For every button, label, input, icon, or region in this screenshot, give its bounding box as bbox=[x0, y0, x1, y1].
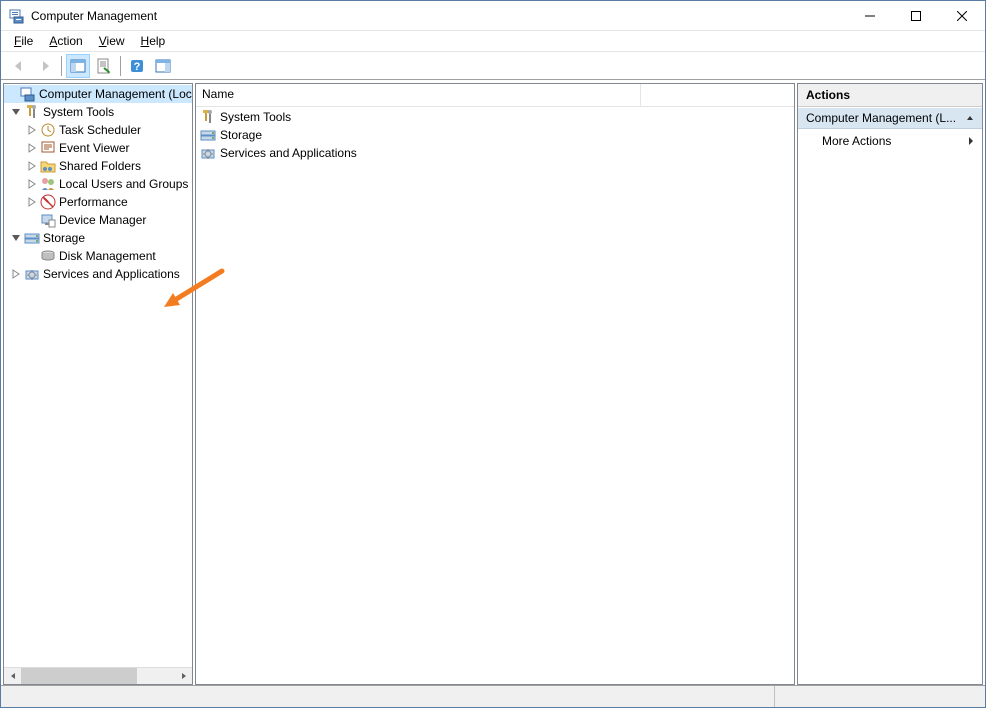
actions-section-label: Computer Management (L... bbox=[806, 111, 956, 125]
toolbar-separator bbox=[120, 56, 121, 76]
shared-folders-icon bbox=[40, 158, 56, 174]
expand-icon[interactable] bbox=[24, 194, 40, 210]
event-viewer-icon bbox=[40, 140, 56, 156]
list-item-label: Storage bbox=[220, 128, 262, 142]
tree-label: System Tools bbox=[43, 105, 114, 119]
toolbar-separator bbox=[61, 56, 62, 76]
system-tools-icon bbox=[24, 104, 40, 120]
titlebar: Computer Management bbox=[1, 1, 985, 31]
tree-label: Services and Applications bbox=[43, 267, 180, 281]
users-icon bbox=[40, 176, 56, 192]
expand-icon[interactable] bbox=[4, 86, 20, 102]
menu-file[interactable]: File bbox=[6, 32, 41, 50]
actions-pane: Actions Computer Management (L... More A… bbox=[797, 83, 983, 685]
actions-header: Actions bbox=[798, 84, 982, 107]
tree-label: Shared Folders bbox=[59, 159, 141, 173]
expand-icon[interactable] bbox=[24, 122, 40, 138]
actions-item-label: More Actions bbox=[822, 134, 891, 148]
window-title: Computer Management bbox=[31, 9, 847, 23]
tree-root[interactable]: Computer Management (Local) bbox=[4, 85, 192, 103]
expand-icon[interactable] bbox=[24, 248, 40, 264]
column-header-blank[interactable] bbox=[641, 84, 794, 106]
app-icon bbox=[9, 8, 25, 24]
tree-system-tools[interactable]: System Tools bbox=[4, 103, 192, 121]
menu-action[interactable]: Action bbox=[41, 32, 90, 50]
toolbar: ? bbox=[1, 52, 985, 80]
tree-label: Storage bbox=[43, 231, 85, 245]
device-manager-icon bbox=[40, 212, 56, 228]
tree-shared-folders[interactable]: Shared Folders bbox=[4, 157, 192, 175]
storage-icon bbox=[24, 230, 40, 246]
expand-icon[interactable] bbox=[24, 140, 40, 156]
actions-more-actions[interactable]: More Actions bbox=[798, 129, 982, 153]
status-cell bbox=[775, 686, 985, 707]
list-item-storage[interactable]: Storage bbox=[196, 126, 794, 144]
clock-icon bbox=[40, 122, 56, 138]
expand-icon[interactable] bbox=[24, 176, 40, 192]
actions-section[interactable]: Computer Management (L... bbox=[798, 107, 982, 129]
list-item-label: System Tools bbox=[220, 110, 291, 124]
status-cell bbox=[1, 686, 775, 707]
tree-storage[interactable]: Storage bbox=[4, 229, 192, 247]
list-item-system-tools[interactable]: System Tools bbox=[196, 108, 794, 126]
statusbar bbox=[1, 685, 985, 707]
tree-services-apps[interactable]: Services and Applications bbox=[4, 265, 192, 283]
tree-label: Performance bbox=[59, 195, 128, 209]
menubar: File Action View Help bbox=[1, 31, 985, 52]
tree-local-users[interactable]: Local Users and Groups bbox=[4, 175, 192, 193]
tree-label: Local Users and Groups bbox=[59, 177, 188, 191]
properties-button[interactable] bbox=[92, 54, 116, 78]
help-button[interactable]: ? bbox=[125, 54, 149, 78]
svg-text:?: ? bbox=[134, 61, 141, 73]
minimize-button[interactable] bbox=[847, 1, 893, 31]
performance-icon bbox=[40, 194, 56, 210]
scroll-left-button[interactable] bbox=[4, 668, 21, 685]
expand-icon[interactable] bbox=[8, 266, 24, 282]
collapse-icon[interactable] bbox=[8, 230, 24, 246]
menu-help[interactable]: Help bbox=[133, 32, 174, 50]
storage-icon bbox=[200, 127, 216, 143]
services-icon bbox=[200, 145, 216, 161]
maximize-button[interactable] bbox=[893, 1, 939, 31]
expand-icon[interactable] bbox=[24, 212, 40, 228]
tree-pane: Computer Management (Local) System Tools… bbox=[3, 83, 193, 685]
tree-label: Event Viewer bbox=[59, 141, 129, 155]
tree-label: Device Manager bbox=[59, 213, 146, 227]
tree-label: Disk Management bbox=[59, 249, 156, 263]
list-item-services-apps[interactable]: Services and Applications bbox=[196, 144, 794, 162]
forward-button[interactable] bbox=[33, 54, 57, 78]
tree-task-scheduler[interactable]: Task Scheduler bbox=[4, 121, 192, 139]
system-tools-icon bbox=[200, 109, 216, 125]
tree-disk-management[interactable]: Disk Management bbox=[4, 247, 192, 265]
list-header: Name bbox=[196, 84, 794, 107]
list-pane: Name System Tools Storage bbox=[195, 83, 795, 685]
tree-performance[interactable]: Performance bbox=[4, 193, 192, 211]
scroll-right-button[interactable] bbox=[175, 668, 192, 685]
tree-event-viewer[interactable]: Event Viewer bbox=[4, 139, 192, 157]
list-item-label: Services and Applications bbox=[220, 146, 357, 160]
close-button[interactable] bbox=[939, 1, 985, 31]
tree-device-manager[interactable]: Device Manager bbox=[4, 211, 192, 229]
column-header-name[interactable]: Name bbox=[196, 84, 641, 106]
scrollbar-track[interactable] bbox=[21, 668, 175, 685]
scrollbar-thumb[interactable] bbox=[21, 668, 137, 685]
tree-label: Computer Management (Local) bbox=[39, 87, 193, 101]
submenu-icon bbox=[968, 136, 974, 146]
menu-view[interactable]: View bbox=[91, 32, 133, 50]
disk-icon bbox=[40, 248, 56, 264]
show-hide-action-pane-button[interactable] bbox=[151, 54, 175, 78]
show-hide-tree-button[interactable] bbox=[66, 54, 90, 78]
collapse-icon bbox=[966, 114, 974, 122]
services-icon bbox=[24, 266, 40, 282]
collapse-icon[interactable] bbox=[8, 104, 24, 120]
expand-icon[interactable] bbox=[24, 158, 40, 174]
tree-label: Task Scheduler bbox=[59, 123, 141, 137]
back-button[interactable] bbox=[7, 54, 31, 78]
computer-management-icon bbox=[20, 86, 36, 102]
horizontal-scrollbar[interactable] bbox=[4, 667, 192, 684]
